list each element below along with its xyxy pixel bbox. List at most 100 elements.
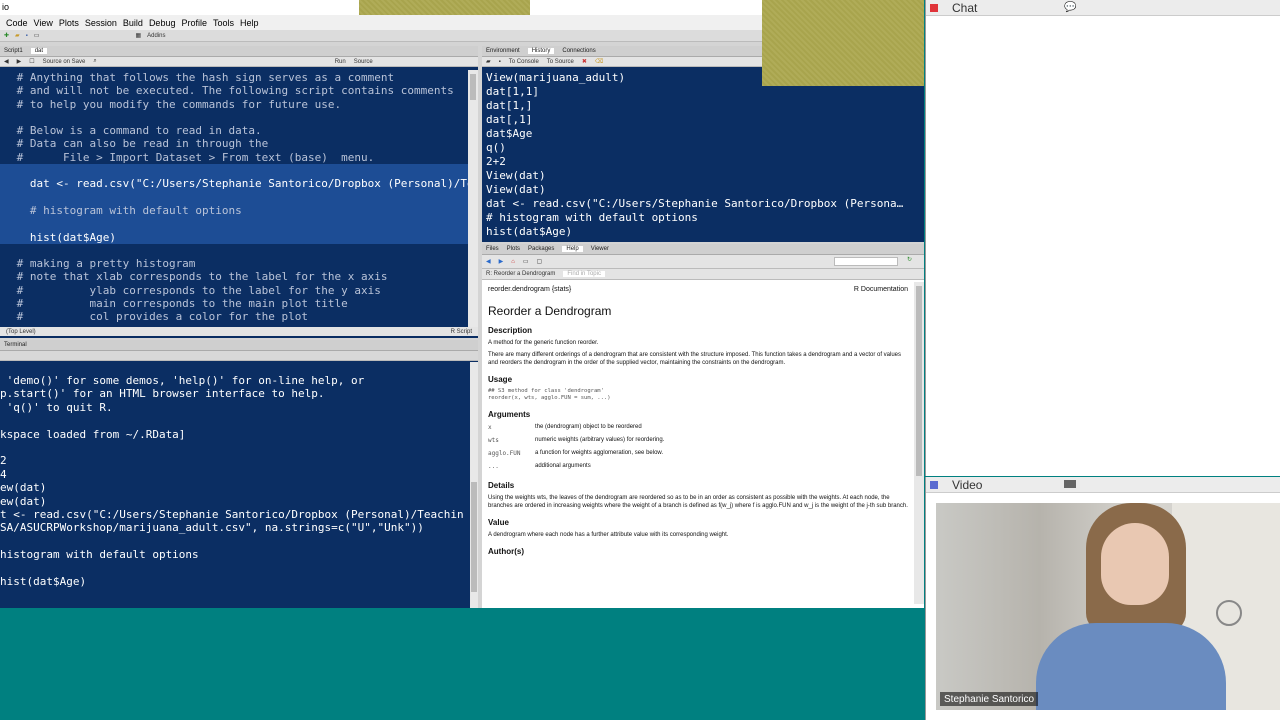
new-file-icon[interactable]: ✚: [4, 32, 9, 39]
to-console-button[interactable]: To Console: [509, 59, 539, 65]
menu-tools[interactable]: Tools: [210, 18, 237, 28]
code-line: View(dat): [486, 183, 546, 196]
description-text-1: A method for the generic function reorde…: [488, 340, 599, 346]
source-scrollbar[interactable]: [468, 70, 478, 327]
help-tabs: Files Plots Packages Help Viewer: [482, 244, 924, 255]
tab-history[interactable]: History: [527, 48, 555, 54]
source-editor[interactable]: # Anything that follows the hash sign se…: [0, 70, 468, 362]
argument-row: wts numeric weights (arbitrary values) fo…: [488, 434, 908, 447]
help-scrollbar[interactable]: [914, 282, 924, 604]
details-heading: Details: [488, 481, 515, 490]
code-line: # col provides a color for the plot: [10, 310, 309, 324]
tab-packages[interactable]: Packages: [528, 246, 554, 252]
addins-button[interactable]: Addins: [147, 33, 165, 39]
tab-files[interactable]: Files: [486, 246, 499, 252]
chat-panel: Chat 💬: [925, 0, 1280, 476]
shirt: [1036, 623, 1226, 710]
argument-row: ... additional arguments: [488, 460, 908, 473]
find-in-topic-input[interactable]: Find in Topic: [563, 271, 605, 277]
chat-header: Chat 💬: [926, 0, 1280, 16]
back-arrow-icon[interactable]: ◀: [486, 258, 491, 265]
menu-profile[interactable]: Profile: [178, 18, 210, 28]
menu-code[interactable]: Code: [0, 18, 31, 28]
camera-icon[interactable]: [1064, 480, 1076, 488]
tab-terminal[interactable]: Terminal: [4, 342, 27, 348]
code-line: ew(dat): [0, 481, 47, 495]
to-source-button[interactable]: To Source: [547, 59, 574, 65]
load-history-icon[interactable]: ▰: [486, 58, 491, 65]
description-text-2: There are many different orderings of a …: [488, 352, 902, 366]
refresh-icon[interactable]: ↻: [907, 256, 912, 263]
source-toolbar: ◀ ▶ ☐ Source on Save ⌕ Run Source: [0, 57, 478, 67]
code-line: p.start()' for an HTML browser interface…: [0, 387, 325, 401]
argument-desc: the (dendrogram) object to be reordered: [535, 424, 642, 430]
argument-name: x: [488, 424, 492, 431]
new-window-icon[interactable]: ▢: [537, 258, 543, 265]
console-output[interactable]: 'demo()' for some demos, 'help()' for on…: [0, 362, 470, 608]
source-button[interactable]: Source: [354, 59, 373, 65]
code-line: ew(dat): [0, 494, 47, 508]
console-tabs: Terminal: [0, 340, 478, 351]
code-line: 'q()' to quit R.: [0, 400, 113, 414]
search-icon[interactable]: ⌕: [93, 58, 96, 65]
menu-view[interactable]: View: [31, 18, 56, 28]
run-button[interactable]: Run: [335, 59, 346, 65]
menu-plots[interactable]: Plots: [56, 18, 82, 28]
tab-environment[interactable]: Environment: [486, 48, 520, 54]
print-icon[interactable]: ▭: [523, 258, 529, 265]
panel-dot-icon: [930, 480, 938, 489]
console-scrollbar[interactable]: [470, 362, 478, 608]
file-type-label[interactable]: R Script: [451, 329, 472, 335]
tab-dat[interactable]: dat: [30, 48, 48, 54]
code-line: SA/ASUCRPWorkshop/marijuana_adult.csv", …: [0, 521, 424, 535]
history-list[interactable]: View(marijuana_adult) dat[1,1] dat[1,] dat[…: [482, 70, 924, 242]
save-icon[interactable]: ▪: [26, 33, 28, 39]
chat-bubble-icon[interactable]: 💬: [1064, 2, 1076, 13]
help-header-topic: reorder.dendrogram {stats}: [488, 286, 572, 293]
code-line: dat[1,1]: [486, 85, 539, 98]
tab-viewer[interactable]: Viewer: [591, 246, 609, 252]
tab-plots[interactable]: Plots: [507, 246, 520, 252]
tab-help[interactable]: Help: [562, 246, 583, 252]
arguments-table: x the (dendrogram) object to be reordered…: [488, 421, 908, 473]
tab-connections[interactable]: Connections: [562, 48, 595, 54]
source-tabs: Script1 dat: [0, 46, 478, 57]
grid-icon[interactable]: ▦: [135, 32, 141, 39]
code-line: # Anything that follows the hash sign se…: [10, 71, 395, 84]
code-line: dat$Age: [486, 127, 533, 140]
usage-line-2: reorder(x, wts, agglo.FUN = sum, ...): [488, 395, 611, 401]
value-heading: Value: [488, 518, 509, 527]
home-icon[interactable]: ⌂: [511, 259, 515, 265]
print-icon[interactable]: ▭: [34, 32, 40, 39]
source-status-bar: (Top Level) R Script: [0, 327, 478, 336]
source-on-save-checkbox[interactable]: ☐: [29, 58, 34, 65]
open-file-icon[interactable]: ▰: [15, 32, 20, 39]
tab-script1[interactable]: Script1: [4, 48, 23, 54]
back-icon[interactable]: ◀: [4, 58, 9, 65]
broom-icon[interactable]: ⌫: [595, 58, 603, 65]
code-line: kspace loaded from ~/.RData]: [0, 427, 186, 441]
argument-name: agglo.FUN: [488, 450, 521, 457]
code-line: # to help you modify the commands for fu…: [10, 97, 342, 111]
description-heading: Description: [488, 326, 533, 335]
menu-help[interactable]: Help: [237, 18, 262, 28]
code-line: # note that xlab corresponds to the labe…: [10, 270, 388, 284]
help-search-input[interactable]: [834, 257, 898, 266]
menu-build[interactable]: Build: [120, 18, 146, 28]
menu-session[interactable]: Session: [82, 18, 120, 28]
delete-icon[interactable]: ✖: [582, 58, 587, 65]
argument-name: wts: [488, 437, 499, 444]
scope-label[interactable]: (Top Level): [6, 329, 36, 335]
code-line: dat[,1]: [486, 113, 533, 126]
save-history-icon[interactable]: ▪: [499, 59, 501, 65]
code-line: dat <- read.csv("C:/Users/Stephanie Sant…: [0, 177, 468, 191]
menu-debug[interactable]: Debug: [146, 18, 179, 28]
source-pane: Script1 dat ◀ ▶ ☐ Source on Save ⌕ Run S…: [0, 46, 478, 338]
forward-arrow-icon[interactable]: ▶: [499, 258, 504, 265]
forward-icon[interactable]: ▶: [17, 58, 22, 65]
app-title: io: [2, 2, 10, 12]
topic-dropdown[interactable]: R: Reorder a Dendrogram: [486, 271, 555, 277]
face: [1101, 523, 1169, 605]
